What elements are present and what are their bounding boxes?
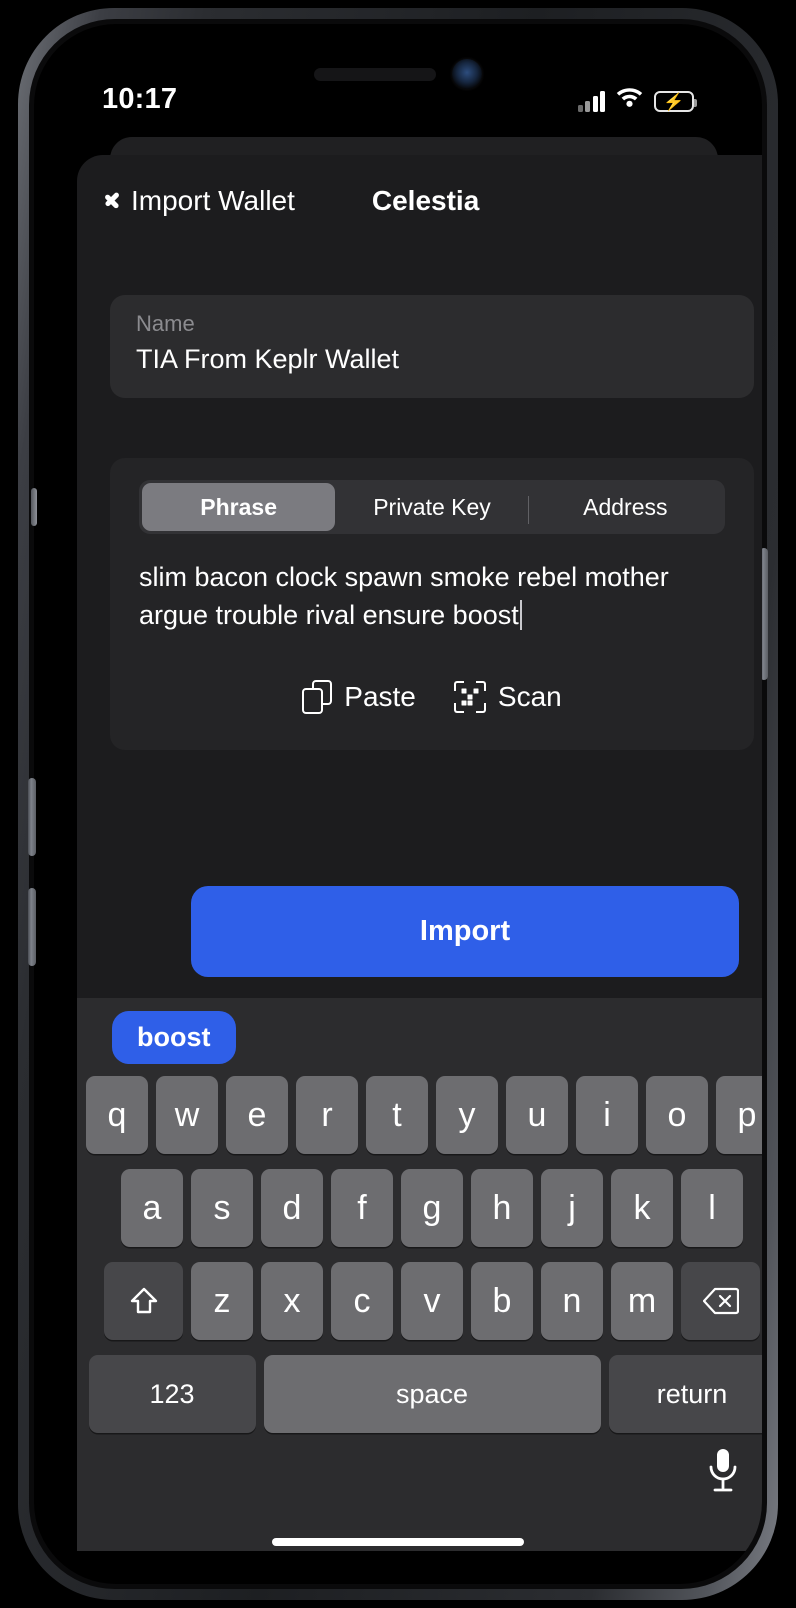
device-frame: 10:17 ⚡ Import Wallet Celestia Name TIA … (18, 8, 778, 1600)
segment-private-key-label: Private Key (373, 493, 491, 520)
name-field-label: Name (136, 311, 195, 336)
phrase-action-row: Paste Scan (139, 680, 725, 714)
status-bar-left: 10:17 (102, 83, 207, 116)
predictive-text-bar: boost (77, 998, 762, 1076)
chevron-left-icon (104, 187, 120, 215)
segment-address-label: Address (583, 493, 668, 520)
navigation-bar: Import Wallet Celestia (77, 155, 762, 247)
phone-screen: 10:17 ⚡ Import Wallet Celestia Name TIA … (34, 24, 762, 1584)
import-button[interactable]: Import (191, 886, 739, 977)
silent-switch[interactable] (31, 488, 37, 526)
space-key[interactable]: space (263, 1355, 601, 1433)
keyboard-row-1: q w e r t y u i o p (77, 1076, 762, 1154)
paste-button[interactable]: Paste (302, 680, 416, 714)
key-h[interactable]: h (471, 1169, 533, 1247)
earpiece-speaker-icon (314, 67, 436, 81)
key-a[interactable]: a (121, 1169, 183, 1247)
battery-charging-icon: ⚡ (654, 91, 697, 112)
text-caret (519, 600, 522, 630)
status-time: 10:17 (102, 82, 178, 115)
key-w[interactable]: w (156, 1076, 218, 1154)
name-input[interactable]: TIA From Keplr Wallet (136, 344, 728, 375)
key-o[interactable]: o (646, 1076, 708, 1154)
key-p[interactable]: p (716, 1076, 762, 1154)
key-e[interactable]: e (226, 1076, 288, 1154)
microphone-icon[interactable] (706, 1447, 740, 1495)
numbers-key[interactable]: 123 (88, 1355, 256, 1433)
on-screen-keyboard: boost q w e r t y u i o p a s d f g h j … (77, 998, 762, 1551)
suggestion-chip[interactable]: boost (112, 1010, 236, 1064)
phrase-value: slim bacon clock spawn smoke rebel mothe… (139, 562, 669, 630)
key-t[interactable]: t (366, 1076, 428, 1154)
status-bar-right: ⚡ (577, 86, 697, 112)
name-field-card[interactable]: Name TIA From Keplr Wallet (110, 295, 754, 398)
front-camera-icon (452, 59, 482, 89)
home-indicator (272, 1538, 524, 1546)
phrase-input-card: Phrase Private Key Address slim bacon cl… (110, 458, 754, 750)
volume-up-button[interactable] (28, 778, 36, 856)
key-r[interactable]: r (296, 1076, 358, 1154)
back-button-label: Import Wallet (131, 185, 295, 216)
import-method-segmented-control[interactable]: Phrase Private Key Address (139, 480, 725, 534)
key-u[interactable]: u (506, 1076, 568, 1154)
key-c[interactable]: c (331, 1262, 393, 1340)
key-j[interactable]: j (541, 1169, 603, 1247)
segment-phrase-label: Phrase (200, 493, 278, 520)
segment-address[interactable]: Address (529, 483, 722, 531)
keyboard-row-2: a s d f g h j k l (77, 1169, 762, 1247)
device-inner-bezel: 10:17 ⚡ Import Wallet Celestia Name TIA … (29, 19, 767, 1589)
key-k[interactable]: k (611, 1169, 673, 1247)
cellular-signal-icon (577, 91, 605, 112)
backspace-icon (702, 1287, 739, 1315)
wifi-icon (616, 86, 643, 112)
paste-button-label: Paste (344, 681, 416, 712)
key-n[interactable]: n (541, 1262, 603, 1340)
key-q[interactable]: q (86, 1076, 148, 1154)
key-m[interactable]: m (611, 1262, 673, 1340)
shift-icon (129, 1286, 159, 1316)
key-l[interactable]: l (681, 1169, 743, 1247)
paste-icon (302, 680, 333, 714)
do-not-disturb-moon-icon (184, 88, 207, 111)
volume-down-button[interactable] (28, 888, 36, 966)
scan-button-label: Scan (497, 681, 562, 712)
key-f[interactable]: f (331, 1169, 393, 1247)
phrase-textarea[interactable]: slim bacon clock spawn smoke rebel mothe… (139, 558, 725, 634)
key-s[interactable]: s (191, 1169, 253, 1247)
keyboard-row-3: z x c v b n m (77, 1262, 762, 1340)
return-key[interactable]: return (608, 1355, 762, 1433)
dynamic-island (314, 59, 482, 89)
key-y[interactable]: y (436, 1076, 498, 1154)
key-i[interactable]: i (576, 1076, 638, 1154)
import-wallet-sheet: Import Wallet Celestia Name TIA From Kep… (77, 155, 762, 998)
scan-button[interactable]: Scan (453, 681, 562, 713)
backspace-key[interactable] (681, 1262, 760, 1340)
qr-scan-icon (453, 681, 486, 713)
key-d[interactable]: d (261, 1169, 323, 1247)
shift-key[interactable] (104, 1262, 183, 1340)
key-z[interactable]: z (191, 1262, 253, 1340)
key-x[interactable]: x (261, 1262, 323, 1340)
key-b[interactable]: b (471, 1262, 533, 1340)
key-g[interactable]: g (401, 1169, 463, 1247)
key-v[interactable]: v (401, 1262, 463, 1340)
back-button[interactable]: Import Wallet (104, 185, 295, 217)
segment-private-key[interactable]: Private Key (335, 483, 529, 531)
keyboard-row-4: 123 space return (77, 1355, 762, 1433)
page-title: Celestia (371, 185, 480, 216)
segment-phrase[interactable]: Phrase (142, 483, 336, 531)
dictation-row (77, 1433, 762, 1529)
